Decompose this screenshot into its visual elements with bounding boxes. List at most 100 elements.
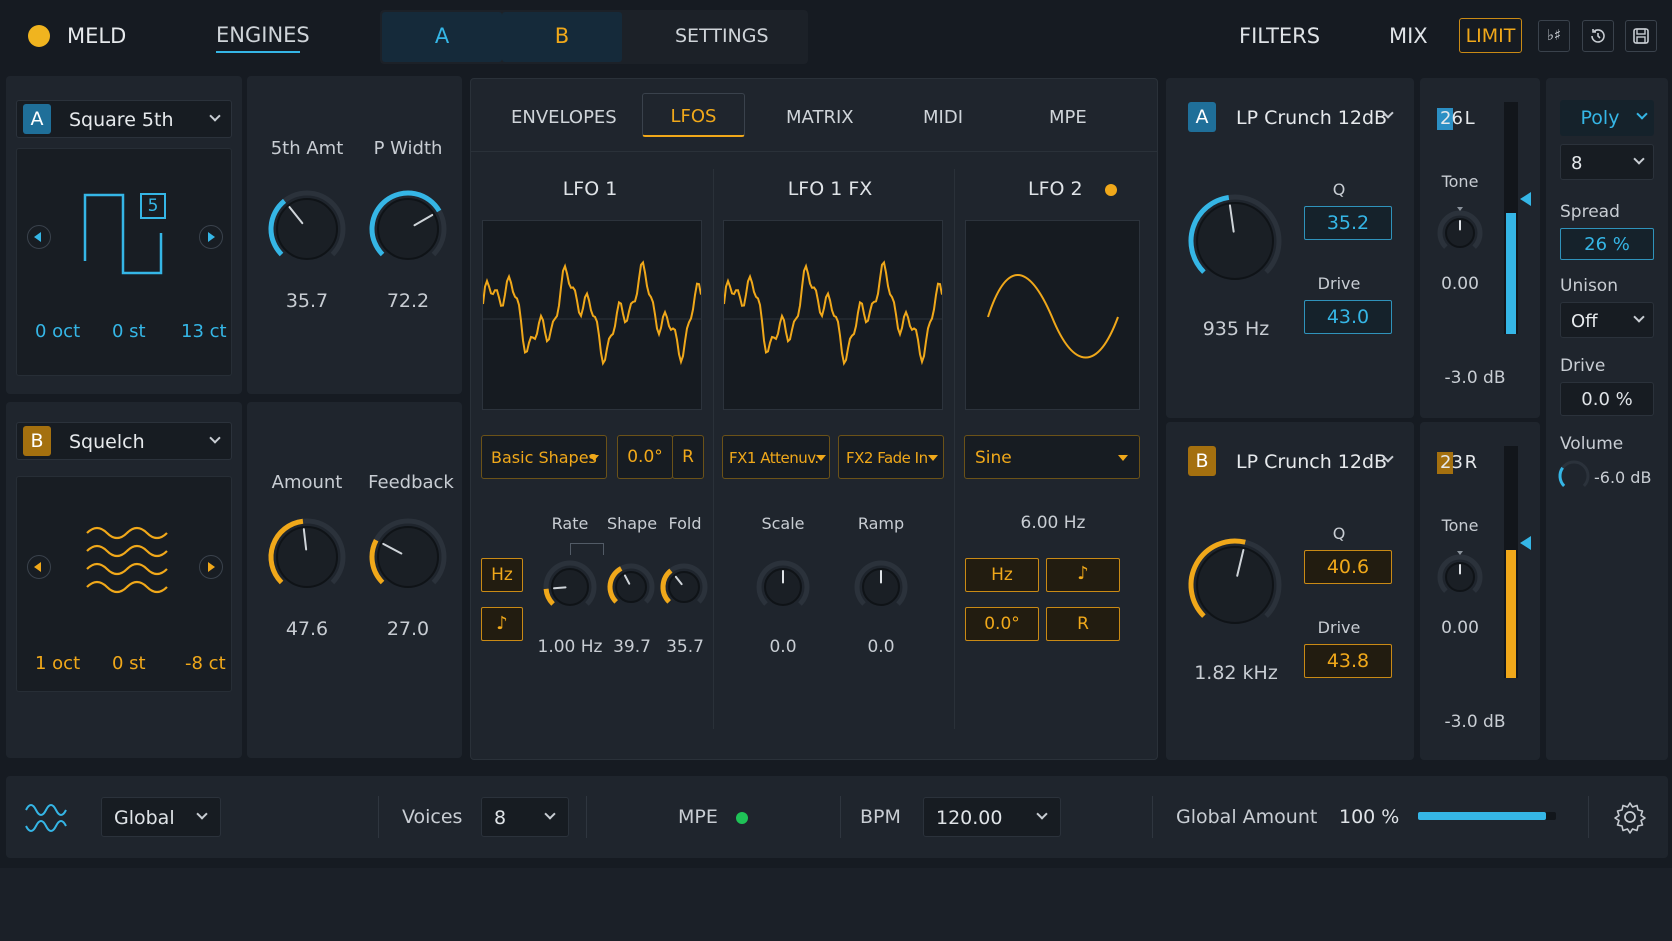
tab-envelopes[interactable]: ENVELOPES	[511, 107, 617, 128]
lfo1fx-ramp-knob[interactable]	[850, 556, 912, 618]
unison-label: Unison	[1560, 276, 1618, 296]
voices-dropdown[interactable]: 8	[481, 797, 569, 837]
volume-knob[interactable]	[1556, 458, 1592, 494]
chevron-down-icon	[1633, 311, 1645, 323]
lfo1fx-scale-knob[interactable]	[752, 556, 814, 618]
tab-matrix[interactable]: MATRIX	[786, 107, 854, 128]
voice-mode-dropdown[interactable]: Poly	[1560, 100, 1654, 136]
arrow-left-icon[interactable]	[27, 225, 51, 249]
lfo1-shape-value: 39.7	[613, 637, 651, 657]
voices-label: Voices	[402, 806, 463, 828]
spread-label: Spread	[1560, 202, 1620, 222]
lfo2-phase-field[interactable]: 0.0°	[965, 607, 1039, 641]
lfo1-shape-knob[interactable]	[604, 560, 658, 614]
filter-a-channel: 26 L	[1440, 108, 1475, 129]
lfo2-retrig-button[interactable]: R	[1046, 607, 1120, 641]
lfo2-shape-dropdown[interactable]: Sine	[964, 435, 1140, 479]
bpm-field[interactable]: 120.00	[923, 797, 1061, 837]
filter-b-selector[interactable]: B LP Crunch 12dB	[1176, 440, 1404, 482]
lfo2-active-indicator	[1105, 184, 1117, 196]
filter-b-level: -3.0 dB	[1444, 712, 1506, 732]
filter-a-drive-field[interactable]: 43.0	[1304, 300, 1392, 334]
scope-dropdown[interactable]: Global	[101, 797, 221, 837]
arrow-right-icon[interactable]	[199, 555, 223, 579]
save-button[interactable]	[1625, 20, 1657, 52]
lfo1-rate-label: Rate	[551, 514, 589, 533]
filter-b-cutoff-knob[interactable]	[1182, 532, 1288, 638]
filter-a-q-field[interactable]: 35.2	[1304, 206, 1392, 240]
shape-number-box: 5	[140, 193, 166, 219]
filter-a-q-label: Q	[1332, 180, 1346, 199]
tab-engines[interactable]: ENGINES	[216, 23, 310, 47]
osc-b-oct[interactable]: 1 oct	[35, 653, 80, 674]
filter-a-cutoff-knob[interactable]	[1182, 188, 1288, 294]
drive-field[interactable]: 0.0 %	[1560, 382, 1654, 416]
lfo1-shape-dropdown[interactable]: Basic Shapes	[481, 435, 607, 479]
volume-label: Volume	[1560, 434, 1624, 454]
tab-b[interactable]: B	[502, 12, 622, 62]
lfo1fx-fx1-dropdown[interactable]: FX1 Attenuv.	[722, 435, 830, 479]
history-button[interactable]	[1582, 20, 1614, 52]
lfo1-note-button[interactable]: ♪	[481, 607, 523, 641]
tab-mpe[interactable]: MPE	[1049, 107, 1087, 128]
chevron-down-icon	[209, 110, 221, 122]
tab-filters[interactable]: FILTERS	[1239, 24, 1320, 48]
arrow-left-icon[interactable]	[27, 555, 51, 579]
knob-amount[interactable]	[262, 512, 352, 602]
lfo1-rate-value: 1.00 Hz	[537, 637, 603, 657]
knob-5th-amt[interactable]	[262, 184, 352, 274]
engines-underline	[216, 51, 300, 53]
bottom-strip	[0, 868, 1672, 941]
spread-field[interactable]: 26 %	[1560, 228, 1654, 260]
flat-sharp-button[interactable]: ♭♯	[1538, 20, 1570, 52]
tab-settings[interactable]: SETTINGS	[675, 25, 769, 47]
filter-a-selector[interactable]: A LP Crunch 12dB	[1176, 96, 1404, 138]
tab-a[interactable]: A	[382, 12, 502, 62]
arrow-right-icon[interactable]	[199, 225, 223, 249]
lfo2-waveform	[965, 220, 1140, 410]
filter-b-type: LP Crunch 12dB	[1236, 451, 1388, 473]
knob-5th-amt-value: 35.7	[285, 290, 329, 312]
knob-p-width-label: P Width	[373, 138, 443, 159]
osc-a-st[interactable]: 0 st	[112, 321, 146, 342]
global-amount-slider[interactable]	[1418, 812, 1556, 820]
voice-count-dropdown[interactable]: 8	[1560, 144, 1654, 180]
knob-feedback[interactable]	[363, 512, 453, 602]
filter-b-meter-arrow[interactable]	[1520, 536, 1531, 550]
lfo1-hz-button[interactable]: Hz	[481, 558, 523, 592]
divider	[1588, 796, 1589, 838]
square-wave-icon	[83, 193, 163, 275]
chevron-down-icon	[196, 808, 208, 820]
knob-center-mark	[1457, 551, 1463, 555]
osc-a-name: Square 5th	[69, 109, 174, 131]
lfo1fx-title: LFO 1 FX	[787, 178, 873, 200]
tab-lfos[interactable]: LFOS	[642, 93, 745, 137]
osc-b-selector[interactable]: B Squelch	[16, 422, 232, 460]
osc-b-ct[interactable]: -8 ct	[185, 653, 226, 674]
lfo1-fold-knob[interactable]	[657, 560, 711, 614]
mpe-status-indicator[interactable]	[736, 812, 748, 824]
tab-midi[interactable]: MIDI	[923, 107, 963, 128]
osc-a-oct[interactable]: 0 oct	[35, 321, 80, 342]
limit-button[interactable]: LIMIT	[1459, 18, 1522, 53]
filter-a-meter-arrow[interactable]	[1520, 192, 1531, 206]
osc-b-st[interactable]: 0 st	[112, 653, 146, 674]
lfo1fx-fx2-dropdown[interactable]: FX2 Fade In	[838, 435, 944, 479]
filter-b-q-field[interactable]: 40.6	[1304, 550, 1392, 584]
osc-a-ct[interactable]: 13 ct	[181, 321, 227, 342]
lfo1-rate-knob[interactable]	[539, 556, 601, 618]
filter-a-tone-knob[interactable]	[1434, 198, 1486, 260]
filter-b-drive-field[interactable]: 43.8	[1304, 644, 1392, 678]
global-amount-label: Global Amount	[1176, 806, 1318, 828]
osc-a-selector[interactable]: A Square 5th	[16, 100, 232, 138]
unison-dropdown[interactable]: Off	[1560, 302, 1654, 338]
knob-p-width[interactable]	[363, 184, 453, 274]
global-amount-value: 100 %	[1339, 806, 1400, 828]
filter-b-tone-knob[interactable]	[1434, 542, 1486, 604]
gear-icon[interactable]	[1612, 799, 1648, 835]
lfo2-hz-button[interactable]: Hz	[965, 558, 1039, 592]
lfo2-note-button[interactable]: ♪	[1046, 558, 1120, 592]
tab-mix[interactable]: MIX	[1389, 24, 1428, 48]
lfo1-retrig-button[interactable]: R	[672, 435, 704, 479]
lfo1-phase-field[interactable]: 0.0°	[617, 435, 673, 479]
